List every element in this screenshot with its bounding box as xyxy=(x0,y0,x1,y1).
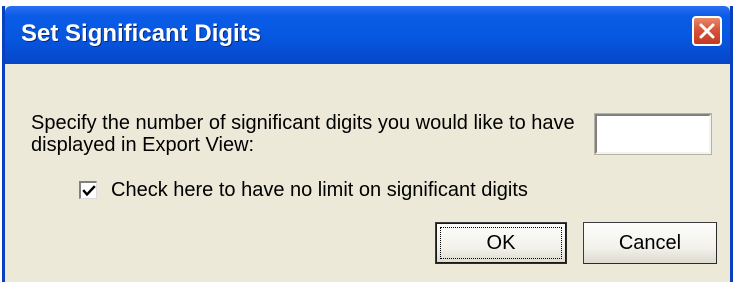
close-icon xyxy=(699,23,715,39)
focus-ring xyxy=(440,227,562,259)
close-button[interactable] xyxy=(692,16,722,46)
cancel-button[interactable]: Cancel xyxy=(583,222,717,264)
no-limit-checkbox-label[interactable]: Check here to have no limit on significa… xyxy=(111,178,528,202)
title-bar[interactable]: Set Significant Digits xyxy=(5,6,730,64)
significant-digits-input[interactable] xyxy=(594,113,712,155)
cancel-button-label: Cancel xyxy=(618,232,682,254)
ok-button[interactable]: OK xyxy=(435,222,567,264)
no-limit-checkbox[interactable] xyxy=(79,181,97,199)
dialog-body: Specify the number of significant digits… xyxy=(5,64,730,282)
dialog-title: Set Significant Digits xyxy=(21,20,262,47)
set-significant-digits-dialog: Set Significant Digits Specify the numbe… xyxy=(2,6,733,282)
significant-digits-prompt: Specify the number of significant digits… xyxy=(31,112,575,156)
checkmark-icon xyxy=(82,185,96,197)
